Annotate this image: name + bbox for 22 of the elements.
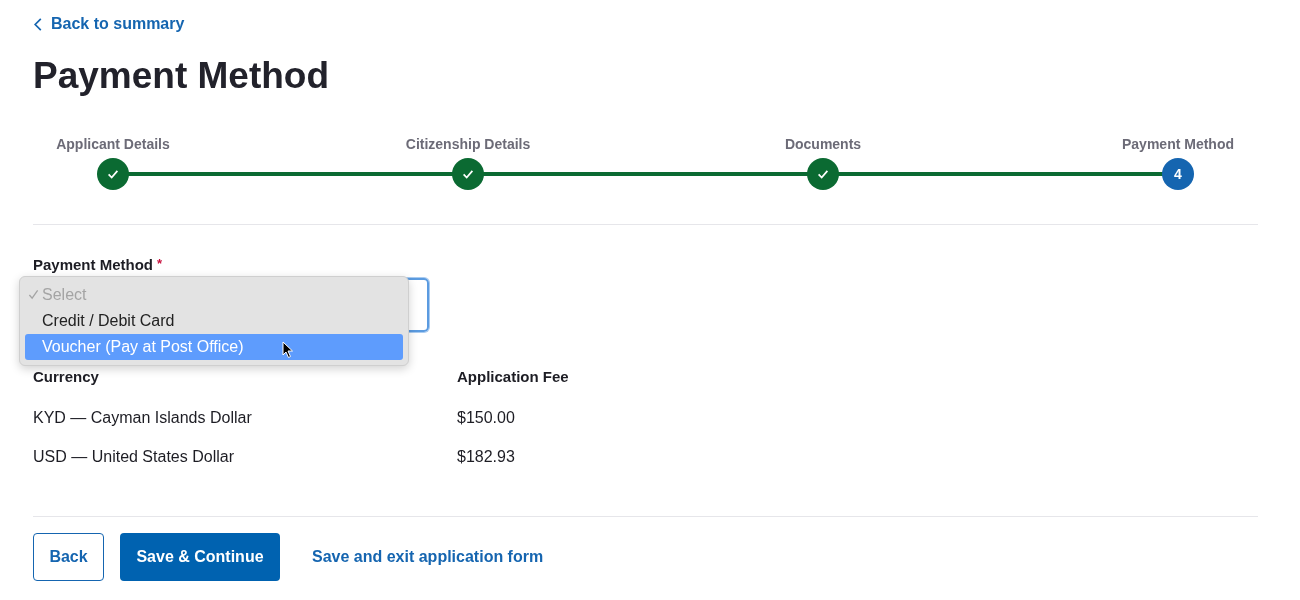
step-label: Applicant Details	[56, 135, 170, 153]
step-number: 4	[1162, 157, 1194, 190]
save-continue-button[interactable]: Save & Continue	[120, 532, 280, 581]
back-to-summary-link[interactable]: Back to summary	[33, 15, 185, 33]
field-label: Payment Method	[33, 255, 153, 273]
step-label: Documents	[784, 135, 862, 153]
mouse-cursor-icon	[282, 340, 294, 359]
back-button[interactable]: Back	[33, 532, 104, 581]
page-title: Payment Method	[33, 53, 331, 98]
step-label: Citizenship Details	[405, 135, 531, 153]
chevron-left-icon	[33, 16, 43, 32]
table-cell: USD — United States Dollar	[33, 426, 457, 466]
checkmark-icon	[27, 289, 39, 300]
step-label: Payment Method	[1122, 135, 1234, 153]
column-header: Application Fee	[457, 367, 570, 387]
table-cell-text: $182.93	[457, 446, 516, 466]
column-header: Currency	[33, 365, 457, 388]
dropdown-option[interactable]: Credit / Debit Card	[25, 307, 403, 334]
required-mark: *	[157, 255, 163, 273]
table-cell: KYD — Cayman Islands Dollar	[33, 387, 457, 427]
table-cell-text: $150.00	[457, 407, 516, 427]
save-and-exit-link[interactable]: Save and exit application form	[312, 547, 544, 566]
